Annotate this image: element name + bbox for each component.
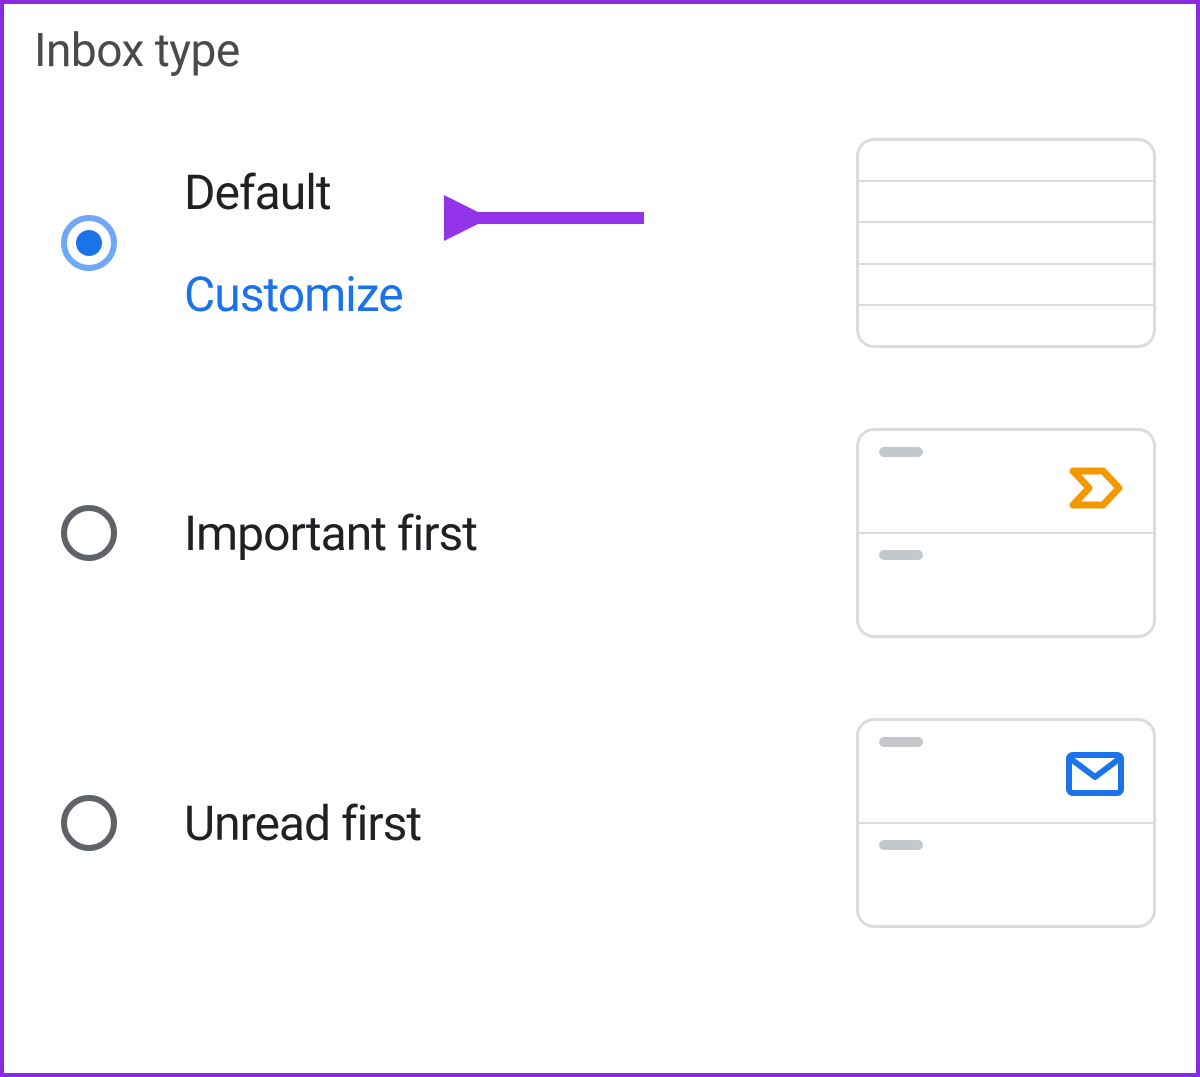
radio-unread-first[interactable] <box>61 795 117 851</box>
envelope-icon <box>1065 751 1125 797</box>
radio-important-first[interactable] <box>61 505 117 561</box>
important-marker-icon <box>1069 467 1125 509</box>
preview-important-first <box>856 428 1156 638</box>
option-label-important-first: Important first <box>184 505 846 562</box>
inbox-type-option-default[interactable]: Default Customize <box>34 138 1166 348</box>
section-title: Inbox type <box>34 24 1166 78</box>
customize-link[interactable]: Customize <box>184 266 846 323</box>
inbox-type-option-important-first[interactable]: Important first <box>34 428 1166 638</box>
preview-default <box>856 138 1156 348</box>
inbox-type-option-unread-first[interactable]: Unread first <box>34 718 1166 928</box>
option-label-default: Default <box>184 164 846 221</box>
radio-default[interactable] <box>61 215 117 271</box>
option-label-unread-first: Unread first <box>184 795 846 852</box>
preview-unread-first <box>856 718 1156 928</box>
